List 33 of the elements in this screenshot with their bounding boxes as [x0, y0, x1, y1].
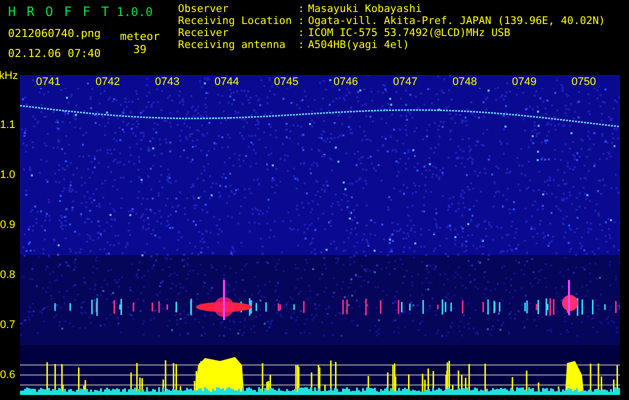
- unit-label: kHz: [0, 70, 19, 84]
- info-label: Receiving antenna: [178, 39, 286, 51]
- info-label: Receiving Location: [178, 15, 293, 27]
- frequency-label: 0.6: [0, 368, 16, 383]
- date-time: 02.12.06 07:40: [8, 46, 102, 62]
- info-value: Masayuki Kobayashi: [308, 3, 422, 15]
- frequency-label: 0.7: [0, 318, 16, 333]
- info-value: ICOM IC-575 53.7492(@LCD)MHz USB: [308, 27, 510, 39]
- info-value: A504HB(yagi 4el): [308, 39, 410, 51]
- info-label: Observer: [178, 3, 230, 15]
- info-colon: :: [298, 3, 306, 15]
- file-name: 0212060740.png: [8, 26, 102, 42]
- time-label: 0743: [155, 76, 199, 88]
- time-label: 0742: [96, 76, 140, 88]
- info-colon: :: [298, 15, 306, 27]
- time-label: 0746: [334, 76, 378, 88]
- info-colon: :: [298, 27, 306, 39]
- app-version: 1.0.0: [116, 4, 153, 21]
- frequency-label: 1.1: [0, 118, 16, 133]
- frequency-label: 0.8: [0, 268, 16, 283]
- time-label: 0747: [393, 76, 437, 88]
- app-title: H R O F F T: [8, 4, 111, 22]
- time-label: 0741: [36, 76, 80, 88]
- info-label: Receiver: [178, 27, 230, 39]
- count-label: meteor: [120, 30, 160, 42]
- time-label: 0749: [512, 76, 556, 88]
- time-label: 0744: [214, 76, 258, 88]
- info-value: Ogata-vill. Akita-Pref. JAPAN (139.96E, 40.02N): [308, 15, 606, 27]
- info-colon: :: [298, 39, 306, 51]
- frequency-label: 1.0: [0, 168, 16, 183]
- time-label: 0748: [452, 76, 496, 88]
- frequency-label: 0.9: [0, 218, 16, 233]
- meteor-count: 39: [133, 42, 146, 56]
